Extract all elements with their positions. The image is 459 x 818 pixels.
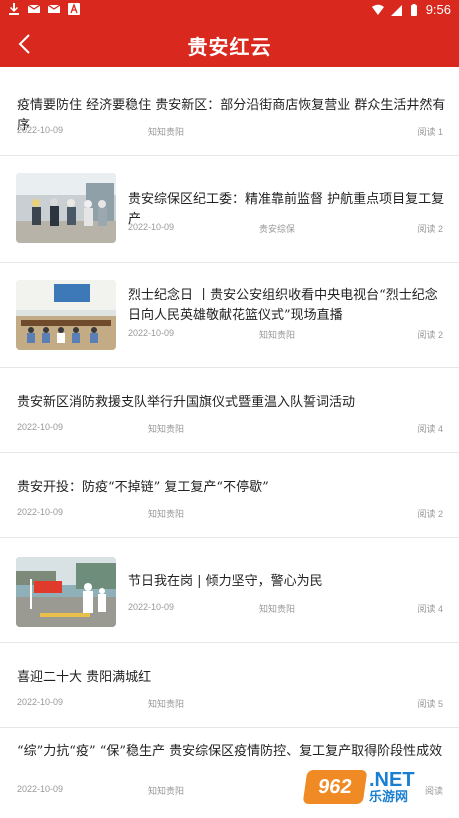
article-source: 贵安综保: [259, 224, 296, 234]
article-title: 喜迎二十大 贵阳满城红: [17, 670, 152, 685]
app-header: 贵安红云: [0, 20, 459, 67]
status-bar: 9:56: [0, 0, 459, 20]
article-reads: 阅读 1: [417, 127, 443, 137]
article-title: 烈士纪念日 丨贵安公安组织收看中央电视台“烈士纪念日向人民英雄敬献花篮仪式”现场…: [128, 288, 438, 323]
article-item[interactable]: 贵安新区消防救援支队举行升国旗仪式暨重温入队誓词活动 2022-10-09 知知…: [0, 368, 459, 453]
article-title: “综”力抗“疫” “保”稳生产 贵安综保区疫情防控、复工复产取得阶段性成效: [17, 744, 443, 759]
mail-icon: [28, 3, 40, 15]
article-date: 2022-10-09: [128, 222, 175, 232]
article-title: 疫情要防住 经济要稳住 贵安新区：部分沿街商店恢复营业 群众生活井然有序: [17, 98, 446, 133]
download-icon: [8, 3, 20, 15]
article-item[interactable]: 贵安综保区纪工委：精准靠前监督 护航重点项目复工复产 2022-10-09 贵安…: [0, 156, 459, 263]
article-item[interactable]: 贵安开投：防疫“不掉链” 复工复产“不停歇” 2022-10-09 知知贵阳 阅…: [0, 453, 459, 538]
article-title: 节日我在岗 | 倾力坚守，警心为民: [128, 574, 323, 589]
article-item[interactable]: 喜迎二十大 贵阳满城红 2022-10-09 知知贵阳 阅读 5: [0, 643, 459, 728]
article-source: 知知贵阳: [259, 604, 296, 614]
watermark-badge: 962: [302, 770, 368, 804]
watermark-net: .NET: [369, 769, 415, 791]
watermark-cn: 乐游网: [369, 789, 409, 804]
article-thumbnail: [16, 173, 116, 243]
article-reads: 阅读 2: [417, 509, 443, 519]
status-time: 9:56: [425, 2, 451, 17]
article-reads: 阅读 2: [417, 330, 443, 340]
article-item[interactable]: 烈士纪念日 丨贵安公安组织收看中央电视台“烈士纪念日向人民英雄敬献花篮仪式”现场…: [0, 263, 459, 368]
a-badge-icon: [68, 3, 80, 15]
article-reads: 阅读 2: [417, 224, 443, 234]
article-item[interactable]: 节日我在岗 | 倾力坚守，警心为民 2022-10-09 知知贵阳 阅读 4: [0, 538, 459, 643]
article-source: 知知贵阳: [148, 127, 185, 137]
article-source: 知知贵阳: [148, 786, 185, 796]
article-date: 2022-10-09: [128, 328, 175, 338]
article-thumbnail: [16, 280, 116, 350]
article-date: 2022-10-09: [128, 602, 175, 612]
article-item[interactable]: 疫情要防住 经济要稳住 贵安新区：部分沿街商店恢复营业 群众生活井然有序 202…: [0, 67, 459, 156]
article-date: 2022-10-09: [17, 422, 64, 432]
wifi-icon: [371, 4, 384, 16]
article-date: 2022-10-09: [17, 507, 64, 517]
article-source: 知知贵阳: [148, 699, 185, 709]
article-title: 贵安新区消防救援支队举行升国旗仪式暨重温入队誓词活动: [17, 395, 356, 410]
article-reads: 阅读 4: [417, 424, 443, 434]
article-reads: 阅读 5: [417, 699, 443, 709]
article-thumbnail: [16, 557, 116, 627]
article-list: 疫情要防住 经济要稳住 贵安新区：部分沿街商店恢复营业 群众生活井然有序 202…: [0, 67, 459, 818]
page-title: 贵安红云: [187, 35, 272, 59]
article-date: 2022-10-09: [17, 125, 64, 135]
battery-icon: [408, 3, 420, 16]
article-source: 知知贵阳: [148, 424, 185, 434]
article-reads: 阅读 4: [417, 604, 443, 614]
article-date: 2022-10-09: [17, 697, 64, 707]
article-source: 知知贵阳: [259, 330, 296, 340]
site-watermark: 962 .NET 乐游网: [302, 768, 453, 806]
sim-x-icon: [390, 4, 402, 16]
article-source: 知知贵阳: [148, 509, 185, 519]
article-title: 贵安开投：防疫“不掉链” 复工复产“不停歇”: [17, 480, 269, 495]
article-date: 2022-10-09: [17, 784, 64, 794]
mail-icon: [48, 3, 60, 15]
